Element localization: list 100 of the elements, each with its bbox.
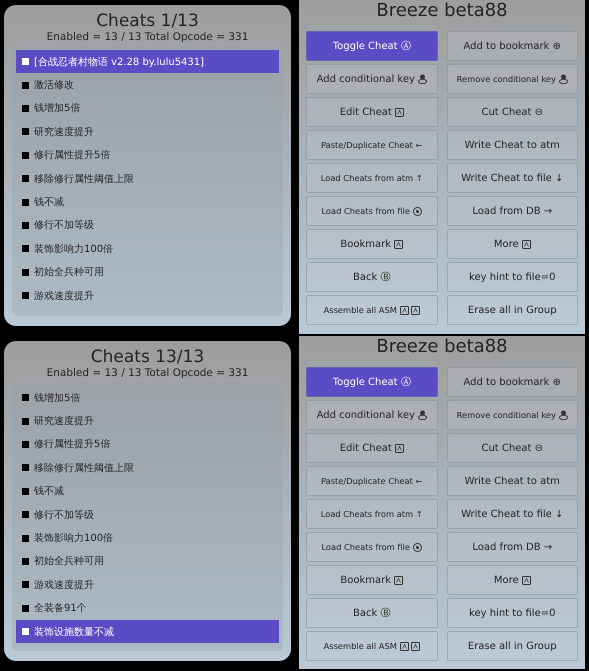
menu-button[interactable]: Write Cheat to file ↓ (446, 499, 578, 529)
square-icon (22, 418, 29, 425)
cheat-item[interactable]: 激活修改 (16, 73, 279, 97)
key-icon (410, 306, 420, 314)
cheat-item[interactable]: [合战忍者村物语 v2.28 by.lulu5431] (16, 50, 279, 74)
key-icon (522, 576, 531, 584)
square-icon (22, 222, 29, 229)
menu-button[interactable]: Load Cheats from file (306, 532, 438, 562)
menu-button[interactable]: Edit Cheat (306, 433, 438, 463)
key-icon (400, 306, 409, 314)
menu-button[interactable]: Bookmark (306, 565, 438, 595)
menu-button[interactable]: Toggle Cheat Ⓐ (306, 367, 438, 397)
cheat-item[interactable]: 研究速度提升 (16, 120, 279, 144)
cheat-item[interactable]: 装饰设施数量不减 (16, 620, 279, 644)
cheat-item[interactable]: 装饰影响力100倍 (16, 526, 279, 550)
cheat-item[interactable]: 初始全兵种可用 (16, 260, 279, 284)
menu-button[interactable]: Add conditional key (306, 64, 438, 94)
menu-button[interactable]: Back Ⓑ (306, 262, 438, 292)
cheat-item[interactable]: 研究速度提升 (16, 409, 279, 433)
cheat-summary: Enabled = 13 / 13 Total Opcode = 331 (46, 31, 248, 44)
square-icon (22, 558, 29, 565)
square-icon (22, 292, 29, 300)
cheat-item[interactable]: 游戏速度提升 (16, 573, 279, 597)
square-icon (22, 198, 29, 206)
joystick-icon (558, 410, 568, 420)
joystick-icon (418, 410, 427, 420)
key-icon (394, 108, 404, 116)
menu-button[interactable]: Paste/Duplicate Cheat ← (306, 130, 438, 160)
square-icon (22, 175, 29, 182)
menu-button[interactable]: Write Cheat to atm (446, 130, 578, 160)
panel-title: Cheats 1/13 (96, 11, 199, 31)
square-icon (22, 464, 29, 472)
menu-button[interactable]: Cut Cheat ⊖ (446, 433, 578, 463)
cheat-item[interactable]: 修行不加等级 (16, 214, 279, 238)
menu-button[interactable]: Back Ⓑ (306, 598, 438, 628)
cheat-item[interactable]: 游戏速度提升 (16, 284, 279, 308)
cheat-item[interactable]: 修行不加等级 (16, 502, 279, 526)
menu-button[interactable]: Write Cheat to file ↓ (446, 163, 578, 193)
menu-button[interactable]: Remove conditional key (446, 400, 578, 430)
menu-button[interactable]: Load Cheats from atm ↑ (306, 163, 438, 193)
cheat-item[interactable]: 钱不减 (16, 480, 279, 503)
menu-button[interactable]: Add to bookmark ⊕ (446, 367, 578, 397)
square-icon (22, 628, 29, 636)
joystick-icon (558, 74, 568, 84)
menu-button[interactable]: Add to bookmark ⊕ (446, 31, 578, 61)
square-icon (22, 268, 29, 276)
menu-title: Breeze beta88 (376, 0, 508, 22)
menu-button[interactable]: key hint to file=0 (446, 598, 578, 628)
key-icon (522, 240, 531, 248)
square-icon (22, 245, 29, 252)
square-icon (22, 152, 29, 159)
menu-button[interactable]: Erase all in Group (446, 631, 578, 661)
cheat-item[interactable]: 修行属性提升5倍 (16, 432, 279, 456)
menu-button[interactable]: Load Cheats from file (306, 196, 438, 226)
square-icon (22, 534, 29, 542)
cheat-item[interactable]: 初始全兵种可用 (16, 550, 279, 574)
menu-button[interactable]: Erase all in Group (446, 295, 578, 325)
cheat-item[interactable]: 钱增加5倍 (16, 96, 279, 120)
menu-button[interactable]: Bookmark (306, 229, 438, 259)
square-icon (22, 104, 29, 112)
cheat-item[interactable]: 移除修行属性阈值上限 (16, 456, 279, 480)
menu-button[interactable]: Paste/Duplicate Cheat ← (306, 466, 438, 496)
key-icon (400, 642, 409, 650)
menu-title: Breeze beta88 (376, 336, 508, 358)
menu-button[interactable]: Load from DB → (446, 196, 578, 226)
square-icon (22, 58, 29, 66)
square-icon (22, 488, 29, 495)
menu-button[interactable]: Edit Cheat (306, 97, 438, 127)
panel-title: Cheats 13/13 (90, 347, 204, 367)
menu-button[interactable]: More (446, 565, 578, 595)
key-icon (394, 576, 404, 584)
cheat-item[interactable]: 装饰影响力100倍 (16, 237, 279, 261)
menu-button[interactable]: Cut Cheat ⊖ (446, 97, 578, 127)
square-icon (22, 604, 29, 612)
cheat-item[interactable]: 移除修行属性阈值上限 (16, 166, 279, 190)
cheat-summary: Enabled = 13 / 13 Total Opcode = 331 (46, 367, 248, 380)
cheat-item[interactable]: 钱增加5倍 (16, 386, 279, 410)
cheat-item[interactable]: 修行属性提升5倍 (16, 144, 279, 167)
menu-button[interactable]: Load from DB → (446, 532, 578, 562)
square-icon (22, 128, 29, 136)
square-icon (22, 394, 29, 402)
menu-button[interactable]: Write Cheat to atm (446, 466, 578, 496)
cheat-item[interactable]: 钱不减 (16, 190, 279, 214)
stick-press-icon (413, 542, 422, 552)
menu-button[interactable]: Assemble all ASM (306, 295, 438, 325)
cheat-item[interactable]: 全装备91个 (16, 596, 279, 620)
menu-button[interactable]: Add conditional key (306, 400, 438, 430)
square-icon (22, 440, 29, 448)
square-icon (22, 82, 29, 89)
menu-button[interactable]: key hint to file=0 (446, 262, 578, 292)
menu-button[interactable]: More (446, 229, 578, 259)
key-icon (394, 240, 404, 248)
stick-press-icon (413, 206, 422, 216)
menu-button[interactable]: Remove conditional key (446, 64, 578, 94)
key-icon (394, 444, 404, 452)
joystick-icon (418, 74, 427, 84)
menu-button[interactable]: Assemble all ASM (306, 631, 438, 661)
menu-button[interactable]: Toggle Cheat Ⓐ (306, 31, 438, 61)
menu-button[interactable]: Load Cheats from atm ↑ (306, 499, 438, 529)
square-icon (22, 581, 29, 588)
